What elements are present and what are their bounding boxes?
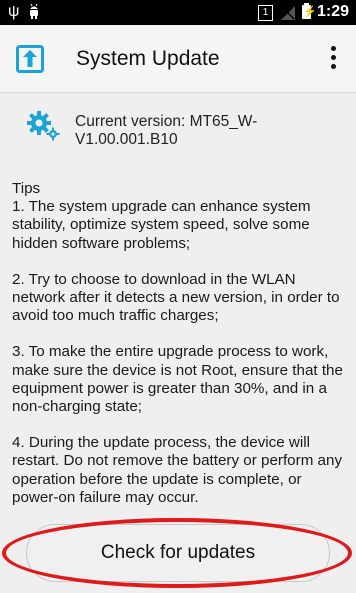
- more-vert-icon[interactable]: [325, 43, 341, 75]
- usb-icon: ψ: [8, 3, 20, 20]
- system-update-icon: [16, 45, 44, 78]
- tips-heading: Tips: [12, 180, 41, 197]
- battery-charging-icon: ⚡: [302, 3, 317, 19]
- android-debug-icon: [28, 3, 40, 24]
- tip-item: 2. Try to choose to download in the WLAN…: [12, 270, 340, 325]
- current-version-text: Current version: MT65_W-V1.00.001.B10: [75, 113, 258, 148]
- tips-section: Tips 1. The system upgrade can enhance s…: [12, 180, 348, 525]
- check-for-updates-button[interactable]: Check for updates: [26, 524, 330, 582]
- current-version-row: Current version: MT65_W-V1.00.001.B10: [0, 93, 356, 153]
- action-bar: System Update: [0, 25, 356, 93]
- clock: 1:29: [317, 3, 350, 20]
- bottom-action-area: Check for updates: [0, 518, 356, 593]
- tip-item: 1. The system upgrade can enhance system…: [12, 198, 311, 252]
- page-title: System Update: [76, 47, 220, 70]
- sim-slot-badge: 1: [258, 5, 273, 21]
- no-signal-icon: [281, 6, 295, 25]
- status-bar: ψ 1 ⚡ 1:29: [0, 0, 356, 25]
- tip-item: 4. During the update process, the device…: [12, 434, 343, 506]
- gear-icon: [27, 111, 61, 146]
- tip-item: 3. To make the entire upgrade process to…: [12, 343, 343, 416]
